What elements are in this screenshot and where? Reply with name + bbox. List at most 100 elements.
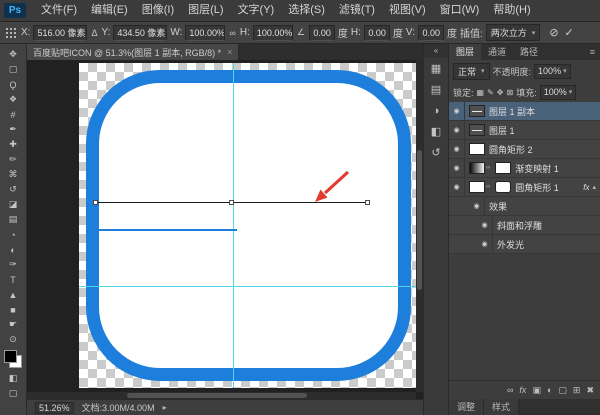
expand-panels-icon[interactable]: « xyxy=(424,44,448,58)
interpolation-select[interactable]: 两次立方 ▾ xyxy=(486,24,541,41)
link-dimensions-icon[interactable]: ∞ xyxy=(228,28,236,38)
y-value-field[interactable]: 434.50 像素 xyxy=(113,25,167,41)
horizontal-scrollbar[interactable] xyxy=(27,392,416,399)
lasso-tool[interactable]: Ϙ xyxy=(0,77,26,92)
visibility-eye-icon[interactable]: ◉ xyxy=(449,178,465,197)
new-group-icon[interactable]: ▢ xyxy=(558,385,567,396)
menu-item[interactable]: 选择(S) xyxy=(281,0,332,21)
eyedropper-tool[interactable]: ✒ xyxy=(0,122,26,137)
blend-mode-select[interactable]: 正常 ▾ xyxy=(453,63,490,80)
layer-row[interactable]: ◉斜面和浮雕 xyxy=(449,216,600,235)
angle-value-field[interactable]: 0.00 xyxy=(309,25,335,41)
new-layer-icon[interactable]: ⊞ xyxy=(573,385,581,396)
healing-brush-tool[interactable]: ✚ xyxy=(0,137,26,152)
v-skew-field[interactable]: 0.00 xyxy=(418,25,444,41)
menu-item[interactable]: 编辑(E) xyxy=(84,0,135,21)
quick-selection-tool[interactable]: ❖ xyxy=(0,92,26,107)
commit-transform-icon[interactable]: ✓ xyxy=(565,26,574,39)
h-value-field[interactable]: 100.00% xyxy=(253,25,293,41)
menu-item[interactable]: 图像(I) xyxy=(135,0,181,21)
foreground-color-swatch[interactable] xyxy=(4,350,17,363)
layer-row[interactable]: ◉效果 xyxy=(449,197,600,216)
lock-all-icon[interactable]: ⊠ xyxy=(506,88,513,97)
panel-tab[interactable]: 通道 xyxy=(481,44,513,60)
adjustments-panel-icon[interactable]: ◑ xyxy=(424,100,448,121)
panel-menu-icon[interactable]: ≡ xyxy=(585,44,600,60)
menu-item[interactable]: 图层(L) xyxy=(181,0,230,21)
fx-collapse-icon[interactable]: ▴ xyxy=(592,183,596,191)
vertical-scrollbar-thumb[interactable] xyxy=(417,150,422,290)
history-panel-icon[interactable]: ↺ xyxy=(424,142,448,163)
visibility-eye-icon[interactable]: ◉ xyxy=(477,235,493,254)
panel-tab[interactable]: 路径 xyxy=(513,44,545,60)
lock-transparency-icon[interactable]: ▦ xyxy=(477,88,485,97)
visibility-eye-icon[interactable]: ◉ xyxy=(449,102,465,121)
link-layers-icon[interactable]: ∞ xyxy=(507,385,513,395)
pen-tool[interactable]: ✑ xyxy=(0,257,26,272)
h-skew-field[interactable]: 0.00 xyxy=(364,25,390,41)
blur-tool[interactable]: ◔ xyxy=(0,227,26,242)
w-value-field[interactable]: 100.00% xyxy=(185,25,225,41)
document-tab[interactable]: 百度贴吧ICON @ 51.3%(图层 1 副本, RGB/8) * × xyxy=(27,44,239,60)
add-layer-mask-icon[interactable]: ▣ xyxy=(532,385,541,396)
panel-tab[interactable]: 图层 xyxy=(449,44,481,60)
visibility-eye-icon[interactable]: ◉ xyxy=(477,216,493,235)
dodge-tool[interactable]: ◐ xyxy=(0,242,26,257)
layer-row[interactable]: ◉圆角矩形 2 xyxy=(449,140,600,159)
close-icon[interactable]: × xyxy=(227,47,232,57)
marquee-tool[interactable]: ▢ xyxy=(0,62,26,77)
hand-tool[interactable]: ☛ xyxy=(0,317,26,332)
layer-style-icon[interactable]: fx xyxy=(519,385,526,395)
menu-item[interactable]: 文字(Y) xyxy=(231,0,282,21)
menu-item[interactable]: 帮助(H) xyxy=(486,0,537,21)
type-tool[interactable]: T xyxy=(0,272,26,287)
transform-handle-right[interactable] xyxy=(365,200,370,205)
reference-point-icon[interactable] xyxy=(5,27,16,38)
shape-tool[interactable]: ■ xyxy=(0,302,26,317)
delete-layer-icon[interactable]: ✖ xyxy=(586,385,594,396)
fill-field[interactable]: 100% ▾ xyxy=(540,85,577,100)
screen-mode-button[interactable]: ▢ xyxy=(0,386,26,401)
visibility-eye-icon[interactable]: ◉ xyxy=(449,140,465,159)
visibility-eye-icon[interactable]: ◉ xyxy=(449,121,465,140)
move-tool[interactable]: ✥ xyxy=(0,47,26,62)
quick-mask-button[interactable]: ◧ xyxy=(0,371,26,386)
layer-row[interactable]: ◉∞渐变映射 1 xyxy=(449,159,600,178)
panel-tab[interactable]: 调整 xyxy=(449,399,484,415)
new-adjustment-layer-icon[interactable]: ◐ xyxy=(547,385,552,395)
zoom-level-field[interactable]: 51.26% xyxy=(35,402,74,414)
visibility-eye-icon[interactable]: ◉ xyxy=(449,159,465,178)
lock-pixels-icon[interactable]: ✎ xyxy=(487,88,494,97)
brush-tool[interactable]: ✏ xyxy=(0,152,26,167)
layer-row[interactable]: ◉∞圆角矩形 1fx▴ xyxy=(449,178,600,197)
eraser-tool[interactable]: ◪ xyxy=(0,197,26,212)
path-selection-tool[interactable]: ▲ xyxy=(0,287,26,302)
menu-item[interactable]: 滤镜(T) xyxy=(332,0,382,21)
history-brush-tool[interactable]: ↺ xyxy=(0,182,26,197)
layer-row[interactable]: ◉外发光 xyxy=(449,235,600,254)
opacity-field[interactable]: 100% ▾ xyxy=(534,64,571,79)
transform-handle-center[interactable] xyxy=(229,200,234,205)
x-value-field[interactable]: 516.00 像素 xyxy=(33,25,87,41)
vertical-scrollbar[interactable] xyxy=(416,60,423,392)
transform-handle-left[interactable] xyxy=(93,200,98,205)
menu-item[interactable]: 文件(F) xyxy=(34,0,84,21)
crop-tool[interactable]: # xyxy=(0,107,26,122)
cancel-transform-icon[interactable]: ⊘ xyxy=(549,26,558,39)
layer-row[interactable]: ◉图层 1 xyxy=(449,121,600,140)
visibility-eye-icon[interactable]: ◉ xyxy=(469,197,485,216)
swatches-panel-icon[interactable]: ▤ xyxy=(424,79,448,100)
styles-panel-icon[interactable]: ◧ xyxy=(424,121,448,142)
lock-position-icon[interactable]: ✥ xyxy=(497,88,504,97)
menu-item[interactable]: 窗口(W) xyxy=(433,0,487,21)
relative-position-icon[interactable]: Δ xyxy=(90,28,98,38)
horizontal-scrollbar-thumb[interactable] xyxy=(127,393,307,398)
gradient-tool[interactable]: ▤ xyxy=(0,212,26,227)
rotate-angle-icon[interactable]: ∠ xyxy=(296,27,306,38)
layer-row[interactable]: ◉图层 1 副本 xyxy=(449,102,600,121)
clone-stamp-tool[interactable]: ⌘ xyxy=(0,167,26,182)
panel-tab[interactable]: 样式 xyxy=(484,399,519,415)
color-panel-icon[interactable]: ▦ xyxy=(424,58,448,79)
menu-item[interactable]: 视图(V) xyxy=(382,0,433,21)
canvas-area[interactable] xyxy=(27,60,423,399)
